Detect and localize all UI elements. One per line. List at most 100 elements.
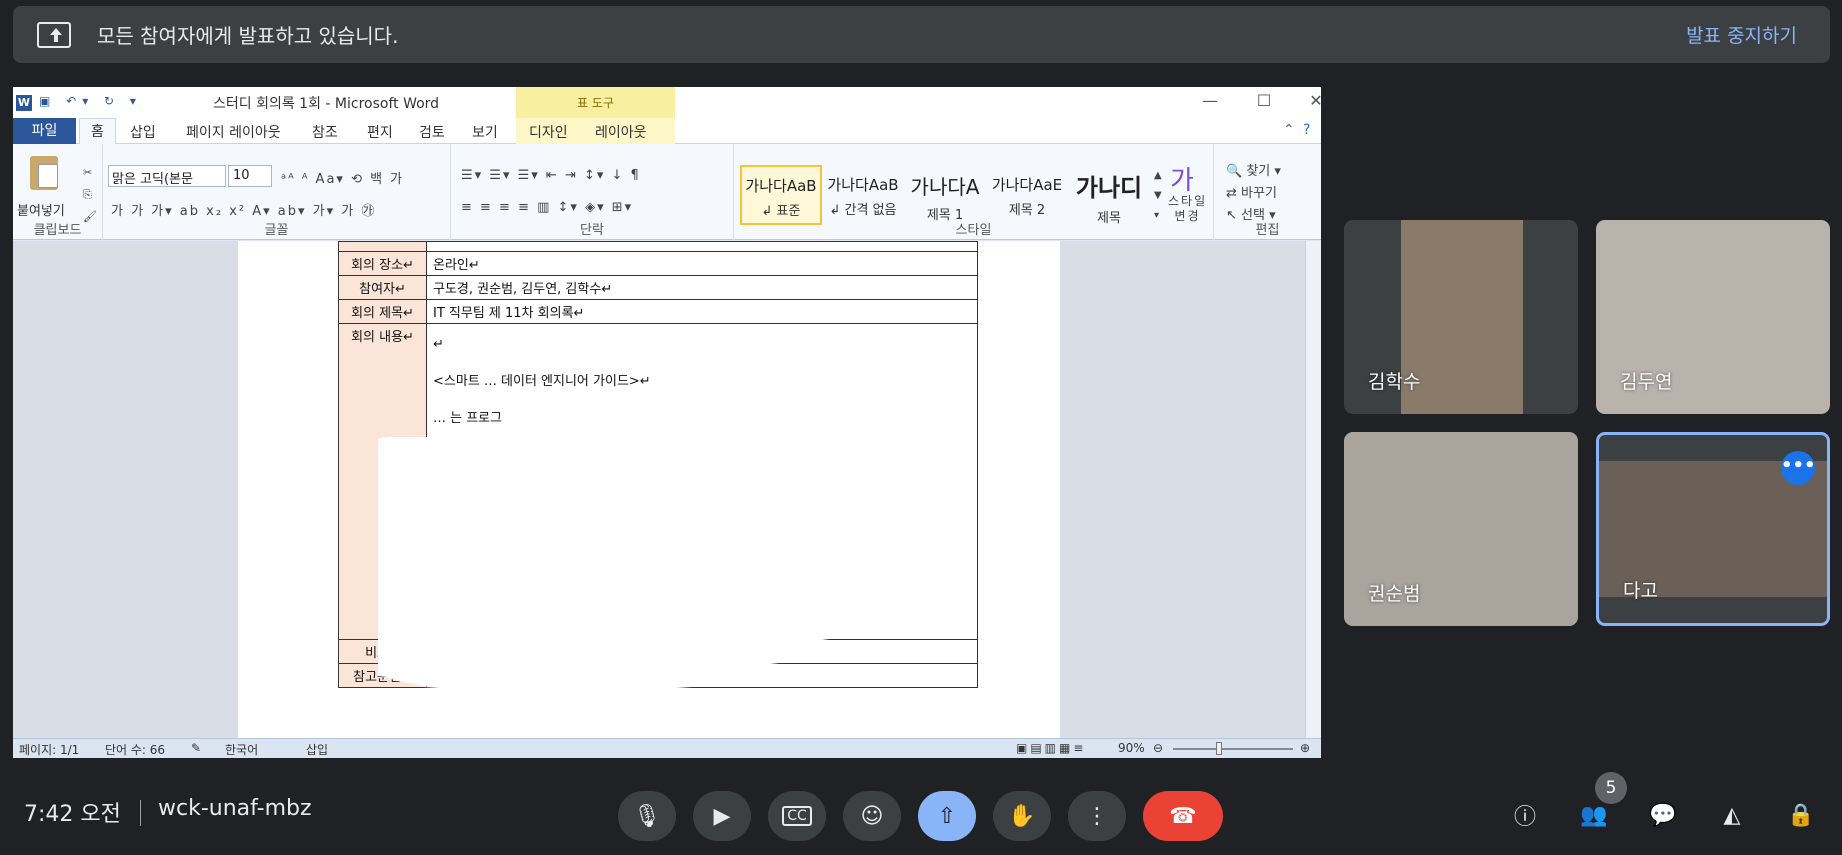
clock: 7:42 오전 — [24, 802, 121, 827]
spellcheck-icon[interactable]: ✎ — [191, 741, 201, 755]
group-styles: 가나다AaB ↲ 표준 가나다AaB ↲ 간격 없음 가나다A 제목 1 가나다… — [734, 144, 1214, 240]
vertical-scrollbar[interactable] — [1305, 241, 1321, 738]
more-options-icon[interactable]: ••• — [1781, 451, 1816, 485]
presenting-banner: 모든 참여자에게 발표하고 있습니다. 발표 중지하기 — [13, 6, 1830, 63]
meeting-controls: 7:42 오전 wck-unaf-mbz 🎙 ▶ CC ☺ ⇧ ✋ ⋮ ☎ ⓘ … — [0, 770, 1842, 855]
tab-layout[interactable]: 레이아웃 — [595, 122, 647, 142]
group-label-font: 글꼴 — [264, 223, 289, 238]
group-label-paragraph: 단락 — [580, 223, 604, 238]
paragraph-row2-icons[interactable]: ≡ ≡ ≡ ≡ ▥ ↕▾ ◈▾ ⊞▾ — [461, 200, 633, 215]
zoom-level[interactable]: 90% — [1118, 741, 1145, 755]
participant-name: 김두연 — [1620, 371, 1673, 393]
raise-hand-button[interactable]: ✋ — [993, 791, 1051, 841]
camera-button[interactable]: ▶ — [693, 791, 751, 841]
participant-tile[interactable]: 권순범 — [1344, 432, 1578, 626]
people-count-badge: 5 — [1595, 772, 1627, 804]
ribbon-collapse-icon[interactable]: ⌃ — [1283, 122, 1295, 138]
find-button[interactable]: 🔍 찾기 ▾ — [1226, 160, 1281, 179]
style-heading1[interactable]: 가나다A 제목 1 — [904, 165, 986, 225]
maximize-icon[interactable]: ☐ — [1254, 91, 1274, 110]
group-font: 맑은 고딕(본문 10 ᵃᴬ ᴬ Aa▾ ⟲ 백 가 가 가 가▾ ab x₂ … — [103, 144, 451, 240]
tab-view[interactable]: 보기 — [472, 122, 498, 142]
group-label-editing: 편집 — [1255, 223, 1280, 238]
captions-button[interactable]: CC — [768, 791, 826, 841]
word-titlebar: W ▣ ↶▾ ↻ ▾ 스터디 회의록 1회 - Microsoft Word 표… — [13, 87, 1321, 118]
zoom-slider-thumb[interactable] — [1216, 742, 1222, 755]
minimize-icon[interactable]: — — [1200, 91, 1220, 110]
status-bar: 페이지: 1/1 단어 수: 66 ✎ 한국어 삽입 ▣▤▥▦≡ 90% ⊖ ⊕ — [13, 738, 1321, 758]
group-label-clipboard: 클립보드 — [33, 223, 82, 238]
paste-icon[interactable] — [30, 156, 58, 190]
host-controls-icon[interactable]: 🔒 — [1784, 798, 1818, 832]
tab-file[interactable]: 파일 — [13, 118, 76, 144]
font-name-box[interactable]: 맑은 고딕(본문 — [108, 165, 226, 187]
camera-icon: ▶ — [713, 803, 731, 829]
group-clipboard: 붙여넣기 ✂ ⎘ 🖌 클립보드 — [13, 144, 103, 240]
page-count[interactable]: 페이지: 1/1 — [19, 741, 79, 758]
zoom-in-icon[interactable]: ⊕ — [1300, 741, 1310, 755]
present-button[interactable]: ⇧ — [918, 791, 976, 841]
paragraph-row1-icons[interactable]: ☰▾ ☰▾ ☰▾ ⇤ ⇥ ↕▾ ↓ ¶ — [461, 168, 641, 183]
group-paragraph: ☰▾ ☰▾ ☰▾ ⇤ ⇥ ↕▾ ↓ ¶ ≡ ≡ ≡ ≡ ▥ ↕▾ ◈▾ ⊞▾ 단… — [451, 144, 734, 240]
chat-icon[interactable]: 💬 — [1646, 798, 1680, 832]
insert-mode[interactable]: 삽입 — [306, 741, 328, 758]
group-editing: 🔍 찾기 ▾ ⇄ 바꾸기 ↖ 선택 ▾ 편집 — [1214, 144, 1321, 240]
styles-scroll-icon[interactable]: ▲ ▼ ▾ — [1154, 166, 1164, 226]
ribbon: 붙여넣기 ✂ ⎘ 🖌 클립보드 맑은 고딕(본문 10 ᵃᴬ ᴬ Aa▾ ⟲ 백 가… — [13, 144, 1321, 240]
more-vert-icon: ⋮ — [1086, 803, 1108, 829]
present-screen-icon — [37, 21, 71, 48]
participant-tile[interactable]: 김두연 — [1596, 220, 1830, 414]
ribbon-tabs: 파일 홈 삽입 페이지 레이아웃 참조 편지 검토 보기 디자인 레이아웃 ⌃ … — [13, 118, 1321, 145]
language[interactable]: 한국어 — [225, 741, 258, 758]
tab-page-layout[interactable]: 페이지 레이아웃 — [186, 122, 281, 142]
word-logo-icon: W — [16, 95, 32, 111]
close-icon[interactable]: ✕ — [1306, 91, 1321, 110]
phone-hangup-icon: ☎ — [1169, 803, 1197, 829]
activities-icon[interactable]: ◭ — [1715, 798, 1749, 832]
style-no-spacing[interactable]: 가나다AaB ↲ 간격 없음 — [822, 165, 904, 225]
paste-button[interactable]: 붙여넣기 — [17, 200, 65, 219]
participant-tile-self[interactable]: ••• 다고 — [1596, 432, 1830, 626]
stop-presenting-button[interactable]: 발표 중지하기 — [1686, 21, 1797, 48]
table-row: 회의 제목↵ IT 직무팀 제 11차 회의록↵ — [338, 299, 978, 324]
word-count[interactable]: 단어 수: 66 — [105, 741, 165, 758]
redaction-scribble — [378, 437, 978, 737]
style-title[interactable]: 가나디 제목 — [1068, 165, 1150, 226]
shared-screen-word: W ▣ ↶▾ ↻ ▾ 스터디 회의록 1회 - Microsoft Word 표… — [13, 87, 1321, 758]
tab-references[interactable]: 참조 — [312, 122, 338, 142]
zoom-out-icon[interactable]: ⊖ — [1153, 741, 1163, 755]
font-row2-icons[interactable]: 가 가 가▾ ab x₂ x² A▾ ab▾ 가▾ 가 ㉮ — [111, 200, 376, 219]
participant-name: 김학수 — [1368, 371, 1421, 393]
participant-name: 다고 — [1623, 580, 1658, 602]
table-tools-label: 표 도구 — [516, 87, 675, 118]
help-icon[interactable]: ? — [1303, 122, 1310, 138]
tab-home[interactable]: 홈 — [79, 118, 116, 145]
font-row1-icons[interactable]: ᵃᴬ ᴬ Aa▾ ⟲ 백 가 — [281, 168, 404, 187]
present-icon: ⇧ — [937, 803, 957, 829]
tab-review[interactable]: 검토 — [419, 122, 445, 142]
quick-access-toolbar[interactable]: ▣ ↶▾ ↻ ▾ — [39, 94, 142, 108]
change-styles-icon[interactable]: 가 — [1170, 160, 1196, 197]
meeting-info-icon[interactable]: ⓘ — [1508, 798, 1542, 832]
group-label-styles: 스타일 — [955, 223, 992, 238]
emoji-button[interactable]: ☺ — [843, 791, 901, 841]
style-heading2[interactable]: 가나다AaE 제목 2 — [986, 165, 1068, 225]
divider — [140, 800, 141, 826]
replace-button[interactable]: ⇄ 바꾸기 — [1226, 182, 1277, 201]
participant-tile[interactable]: 김학수 — [1344, 220, 1578, 414]
leave-call-button[interactable]: ☎ — [1143, 791, 1223, 841]
more-options-button[interactable]: ⋮ — [1068, 791, 1126, 841]
meeting-code: wck-unaf-mbz — [158, 796, 312, 821]
hand-icon: ✋ — [1008, 803, 1036, 829]
tab-insert[interactable]: 삽입 — [130, 122, 156, 142]
view-mode-icons[interactable]: ▣▤▥▦≡ — [1016, 741, 1086, 755]
style-normal[interactable]: 가나다AaB ↲ 표준 — [740, 165, 822, 225]
zoom-slider[interactable] — [1173, 748, 1293, 750]
font-size-box[interactable]: 10 — [228, 165, 272, 187]
emoji-icon: ☺ — [860, 803, 884, 829]
table-row: 참여자↵ 구도경, 권순범, 김두연, 김학수↵ — [338, 275, 978, 300]
participant-name: 권순범 — [1368, 583, 1421, 605]
tab-mailings[interactable]: 편지 — [367, 122, 393, 142]
microphone-button[interactable]: 🎙 — [618, 791, 676, 841]
tab-design[interactable]: 디자인 — [529, 122, 568, 142]
